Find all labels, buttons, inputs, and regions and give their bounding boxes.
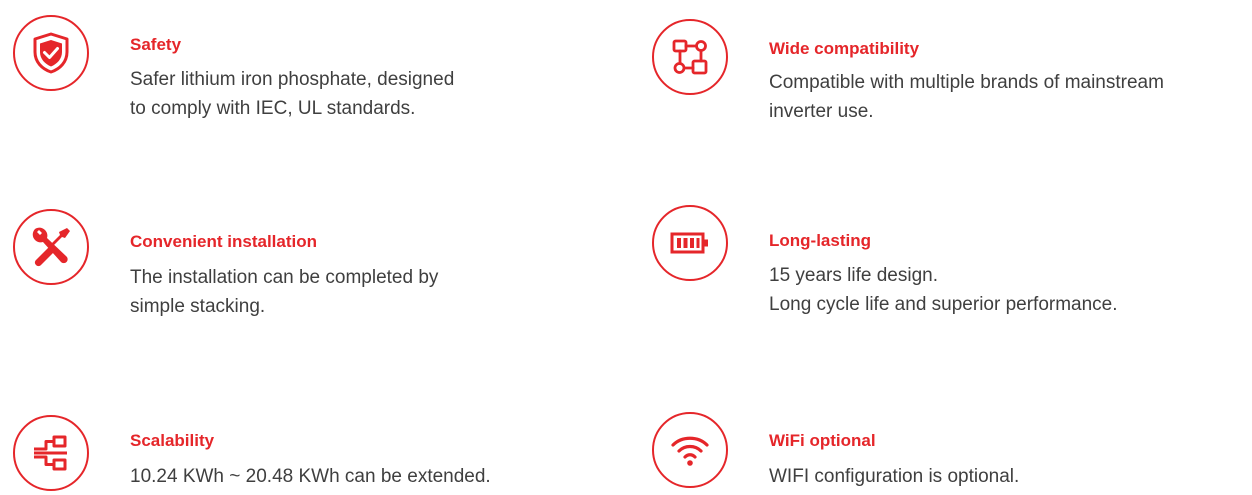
description-line: Safer lithium iron phosphate, designed [130,69,455,90]
battery-icon [670,232,708,254]
feature-title: WiFi optional [769,431,876,450]
feature-description: WIFI configuration is optional. [769,462,1019,491]
description-line: Compatible with multiple brands of mains… [769,72,1164,93]
feature-description: 10.24 KWh ~ 20.48 KWh can be extended. [130,462,491,491]
safety-icon-circle [13,15,89,91]
description-line: inverter use. [769,101,874,122]
long-lasting-icon-circle [652,205,728,281]
feature-title: Convenient installation [130,232,318,251]
feature-title: Long-lasting [769,231,871,250]
feature-title: Safety [130,35,182,54]
feature-description: Safer lithium iron phosphate, designed t… [130,65,454,123]
flowchart-icon [672,39,708,75]
description-line: simple stacking. [130,296,266,317]
feature-description: The installation can be completed by sim… [130,263,438,321]
description-line: 10.24 KWh ~ 20.48 KWh can be extended. [130,466,491,487]
wifi-icon-circle [652,412,728,488]
feature-description: Compatible with multiple brands of mains… [769,68,1164,126]
wifi-icon [671,436,709,466]
shield-check-icon [33,32,69,74]
feature-description: 15 years life design. Long cycle life an… [769,261,1118,319]
feature-title: Scalability [130,431,215,450]
feature-title: Wide compatibility [769,39,920,58]
installation-icon-circle [13,209,89,285]
network-icon [34,435,67,471]
tools-icon [32,227,70,267]
scalability-icon-circle [13,415,89,491]
description-line: 15 years life design. [769,265,938,286]
compatibility-icon-circle [652,19,728,95]
description-line: Long cycle life and superior performance… [769,294,1118,315]
description-line: The installation can be completed by [130,267,439,288]
description-line: to comply with IEC, UL standards. [130,98,416,119]
description-line: WIFI configuration is optional. [769,466,1020,487]
